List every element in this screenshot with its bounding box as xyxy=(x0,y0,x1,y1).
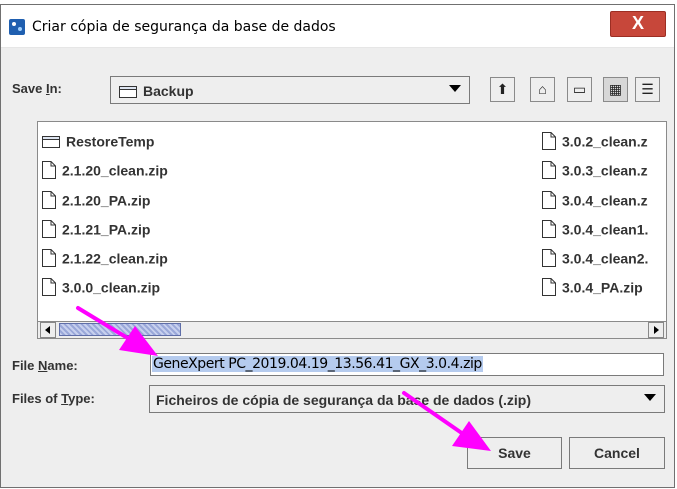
list-item-label: 2.1.20_PA.zip xyxy=(62,192,151,209)
file-name-input[interactable]: GeneXpert PC_2019.04.19_13.56.41_GX_3.0.… xyxy=(150,353,664,376)
home-icon: ⌂ xyxy=(538,81,547,97)
list-item-label: RestoreTemp xyxy=(66,133,155,150)
file-icon xyxy=(542,278,556,297)
list-item-label: 3.0.0_clean.zip xyxy=(62,279,161,296)
list-item[interactable]: 2.1.21_PA.zip xyxy=(42,220,342,242)
list-item[interactable]: RestoreTemp xyxy=(42,132,342,154)
list-item-label: 2.1.21_PA.zip xyxy=(62,221,151,238)
save-dialog-window: Criar cópia de segurança da base de dado… xyxy=(0,4,675,488)
list-item[interactable]: 2.1.20_PA.zip xyxy=(42,191,342,213)
save-in-label: Save In: xyxy=(12,81,62,96)
chevron-down-icon xyxy=(449,85,461,92)
scrollbar-thumb[interactable] xyxy=(59,323,181,336)
list-item[interactable]: 3.0.4_PA.zip xyxy=(542,278,666,300)
new-folder-button[interactable]: ▭ xyxy=(567,77,592,102)
file-icon xyxy=(42,249,56,268)
list-item[interactable]: 3.0.2_clean.z xyxy=(542,132,666,154)
list-item[interactable]: 3.0.3_clean.z xyxy=(542,161,666,183)
close-button[interactable]: X xyxy=(610,11,666,37)
file-icon xyxy=(542,161,556,180)
cancel-button[interactable]: Cancel xyxy=(569,437,665,469)
file-icon xyxy=(42,220,56,239)
new-folder-icon: ▭ xyxy=(572,81,587,97)
arrow-left-icon xyxy=(45,326,50,334)
list-item-label: 2.1.20_clean.zip xyxy=(62,162,168,179)
save-button[interactable]: Save xyxy=(467,437,562,469)
list-item[interactable]: 2.1.22_clean.zip xyxy=(42,249,342,271)
file-name-label: File Name: xyxy=(12,358,78,373)
horizontal-scrollbar[interactable] xyxy=(38,321,666,338)
list-item[interactable]: 3.0.4_clean.z xyxy=(542,191,666,213)
list-item-label: 3.0.2_clean.z xyxy=(562,133,648,150)
details-view-button[interactable]: ☰ xyxy=(635,77,660,102)
details-view-icon: ☰ xyxy=(641,81,654,97)
list-item[interactable]: 3.0.4_clean2. xyxy=(542,249,666,271)
scroll-left-button[interactable] xyxy=(40,322,56,338)
file-icon xyxy=(542,132,556,151)
list-item-label: 3.0.4_clean1. xyxy=(562,221,649,238)
list-item-label: 3.0.4_clean2. xyxy=(562,250,649,267)
list-item-label: 3.0.4_PA.zip xyxy=(562,279,643,296)
up-one-level-icon: ⬆ xyxy=(496,81,509,97)
file-icon xyxy=(542,191,556,210)
list-item[interactable]: 3.0.0_clean.zip xyxy=(42,278,342,300)
scroll-right-button[interactable] xyxy=(648,322,664,338)
file-icon xyxy=(542,249,556,268)
list-item[interactable]: 2.1.20_clean.zip xyxy=(42,161,342,183)
files-of-type-dropdown[interactable]: Ficheiros de cópia de segurança da base … xyxy=(149,385,665,413)
up-one-level-button[interactable]: ⬆ xyxy=(490,77,515,102)
window-title: Criar cópia de segurança da base de dado… xyxy=(32,19,336,35)
home-button[interactable]: ⌂ xyxy=(530,77,555,102)
list-view-icon: ▦ xyxy=(608,81,623,97)
list-item[interactable]: 3.0.4_clean1. xyxy=(542,220,666,242)
save-in-dropdown[interactable]: Backup xyxy=(110,76,470,104)
file-icon xyxy=(42,278,56,297)
save-in-value: Backup xyxy=(143,83,194,99)
files-of-type-value: Ficheiros de cópia de segurança da base … xyxy=(156,392,531,408)
app-icon xyxy=(9,19,25,35)
file-icon xyxy=(542,220,556,239)
arrow-right-icon xyxy=(654,326,659,334)
folder-icon xyxy=(42,136,60,149)
file-icon xyxy=(42,191,56,210)
chevron-down-icon xyxy=(644,394,656,401)
file-list[interactable]: RestoreTemp 2.1.20_clean.zip 2.1.20_PA.z… xyxy=(37,121,667,339)
list-item-label: 3.0.4_clean.z xyxy=(562,192,648,209)
file-icon xyxy=(42,161,56,180)
list-item-label: 3.0.3_clean.z xyxy=(562,162,648,179)
list-item-label: 2.1.22_clean.zip xyxy=(62,250,168,267)
file-name-value: GeneXpert PC_2019.04.19_13.56.41_GX_3.0.… xyxy=(152,356,483,372)
title-bar: Criar cópia de segurança da base de dado… xyxy=(1,5,674,48)
list-view-button[interactable]: ▦ xyxy=(603,77,628,102)
files-of-type-label: Files of Type: xyxy=(12,391,95,406)
folder-icon xyxy=(119,86,137,98)
